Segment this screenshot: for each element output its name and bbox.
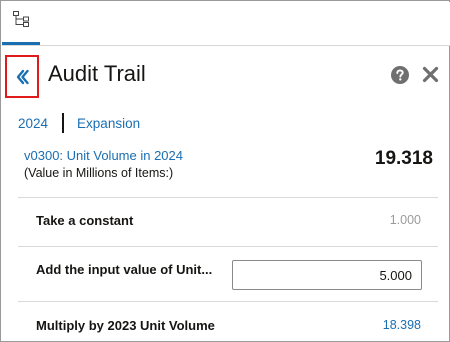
step-label-multiply: Multiply by 2023 Unit Volume — [36, 318, 215, 333]
divider — [18, 197, 438, 198]
breadcrumb-item-expansion[interactable]: Expansion — [77, 116, 140, 131]
close-icon[interactable] — [422, 66, 439, 83]
breadcrumb: 2024 Expansion — [18, 113, 140, 133]
chevron-double-left-icon — [16, 69, 29, 84]
divider — [18, 246, 438, 247]
step-label-input: Add the input value of Unit... — [36, 262, 213, 277]
hierarchy-icon — [13, 11, 29, 27]
breadcrumb-item-2024[interactable]: 2024 — [18, 116, 48, 131]
step-value-multiply-link[interactable]: 18.398 — [383, 318, 421, 332]
back-button[interactable] — [5, 55, 39, 98]
tab-strip — [2, 2, 450, 46]
breadcrumb-separator — [62, 113, 65, 133]
divider — [18, 301, 438, 302]
step-label-constant: Take a constant — [36, 213, 134, 228]
help-icon[interactable] — [391, 66, 409, 84]
measure-units: (Value in Millions of Items:) — [24, 166, 174, 180]
page-title: Audit Trail — [48, 61, 146, 86]
measure-value: 19.318 — [374, 148, 433, 169]
measure-name-link[interactable]: v0300: Unit Volume in 2024 — [24, 148, 183, 163]
tab-hierarchy[interactable] — [2, 2, 40, 45]
unit-volume-input[interactable] — [232, 260, 422, 290]
step-value-constant: 1.000 — [389, 213, 421, 227]
audit-trail-panel: Audit Trail 2024 Expansion v0300: Unit V… — [0, 0, 450, 342]
